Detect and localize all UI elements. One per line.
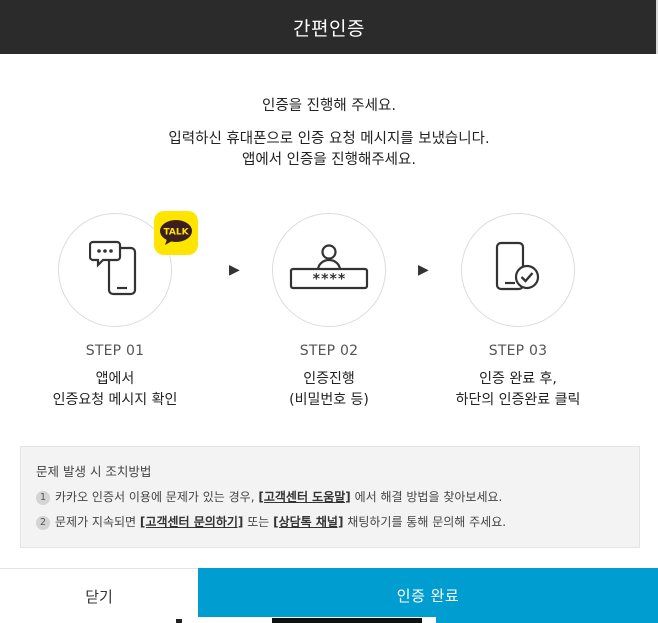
customer-inquiry-link[interactable]: [고객센터 문의하기] [140, 514, 243, 531]
intro-line-3: 앱에서 인증을 진행해주세요. [242, 152, 416, 168]
step-2: **** STEP 02 인증진행 (비밀번호 등) [239, 213, 419, 411]
step-2-description: 인증진행 (비밀번호 등) [239, 369, 419, 411]
step-3-desc-line-1: 인증 완료 후, [479, 371, 557, 387]
step-2-number: STEP 02 [299, 343, 359, 359]
step-3-number: STEP 03 [488, 343, 548, 359]
intro-line-1: 인증을 진행해 주세요. [262, 98, 396, 114]
step-1-desc-line-2: 인증요청 메시지 확인 [52, 392, 178, 408]
phone-check-icon [491, 241, 545, 299]
auth-complete-button[interactable]: 인증 완료 [198, 568, 658, 623]
kakaotalk-badge-icon: TALK [154, 211, 198, 255]
background-page-edge [176, 617, 436, 623]
step-2-desc-line-2: (비밀번호 등) [289, 392, 369, 408]
step-1-description: 앱에서 인증요청 메시지 확인 [25, 369, 205, 411]
intro-text: 인증을 진행해 주세요. 입력하신 휴대폰으로 인증 요청 메시지를 보냈습니다… [0, 96, 658, 171]
dialog-title: 간편인증 [293, 17, 365, 40]
step-3: STEP 03 인증 완료 후, 하단의 인증완료 클릭 [428, 213, 608, 411]
notice-item-1-text-pre: 카카오 인증서 이용에 문제가 있는 경우, [55, 490, 259, 504]
help-center-link[interactable]: [고객센터 도움말] [258, 489, 350, 506]
password-user-icon: **** [287, 243, 371, 297]
step-2-desc-line-1: 인증진행 [303, 371, 355, 387]
notice-item-2: 2 문제가 지속되면 [고객센터 문의하기] 또는 [상담톡 채널] 채팅하기를… [36, 514, 624, 531]
intro-line-2: 입력하신 휴대폰으로 인증 요청 메시지를 보냈습니다. [168, 131, 490, 147]
step-1-desc-line-1: 앱에서 [95, 371, 135, 387]
step-2-circle: **** [272, 213, 386, 327]
notice-item-2-text-pre: 문제가 지속되면 [55, 515, 140, 529]
notice-title: 문제 발생 시 조치방법 [36, 464, 152, 479]
notice-item-1-text-post: 에서 해결 방법을 찾아보세요. [350, 490, 503, 504]
close-button[interactable]: 닫기 [0, 568, 198, 623]
badge-label: TALK [163, 228, 189, 238]
step-1-number: STEP 01 [85, 343, 145, 359]
notice-item-1-number: 1 [36, 490, 50, 505]
step-3-desc-line-2: 하단의 인증완료 클릭 [455, 392, 581, 408]
step-3-circle [461, 213, 575, 327]
consult-talk-channel-link[interactable]: [상담톡 채널] [273, 514, 343, 531]
svg-text:****: **** [312, 272, 346, 288]
notice-item-2-text-post: 채팅하기를 통해 문의해 주세요. [343, 515, 507, 529]
notice-item-2-number: 2 [36, 515, 50, 530]
troubleshooting-notice: 문제 발생 시 조치방법 1 카카오 인증서 이용에 문제가 있는 경우, [고… [20, 446, 640, 548]
notice-item-1: 1 카카오 인증서 이용에 문제가 있는 경우, [고객센터 도움말] 에서 해… [36, 489, 624, 506]
notice-item-2-text-mid: 또는 [243, 515, 274, 529]
dialog-footer: 닫기 인증 완료 [0, 568, 658, 623]
step-3-description: 인증 완료 후, 하단의 인증완료 클릭 [428, 369, 608, 411]
dialog-header: 간편인증 [0, 0, 658, 54]
phone-message-icon [88, 238, 141, 302]
